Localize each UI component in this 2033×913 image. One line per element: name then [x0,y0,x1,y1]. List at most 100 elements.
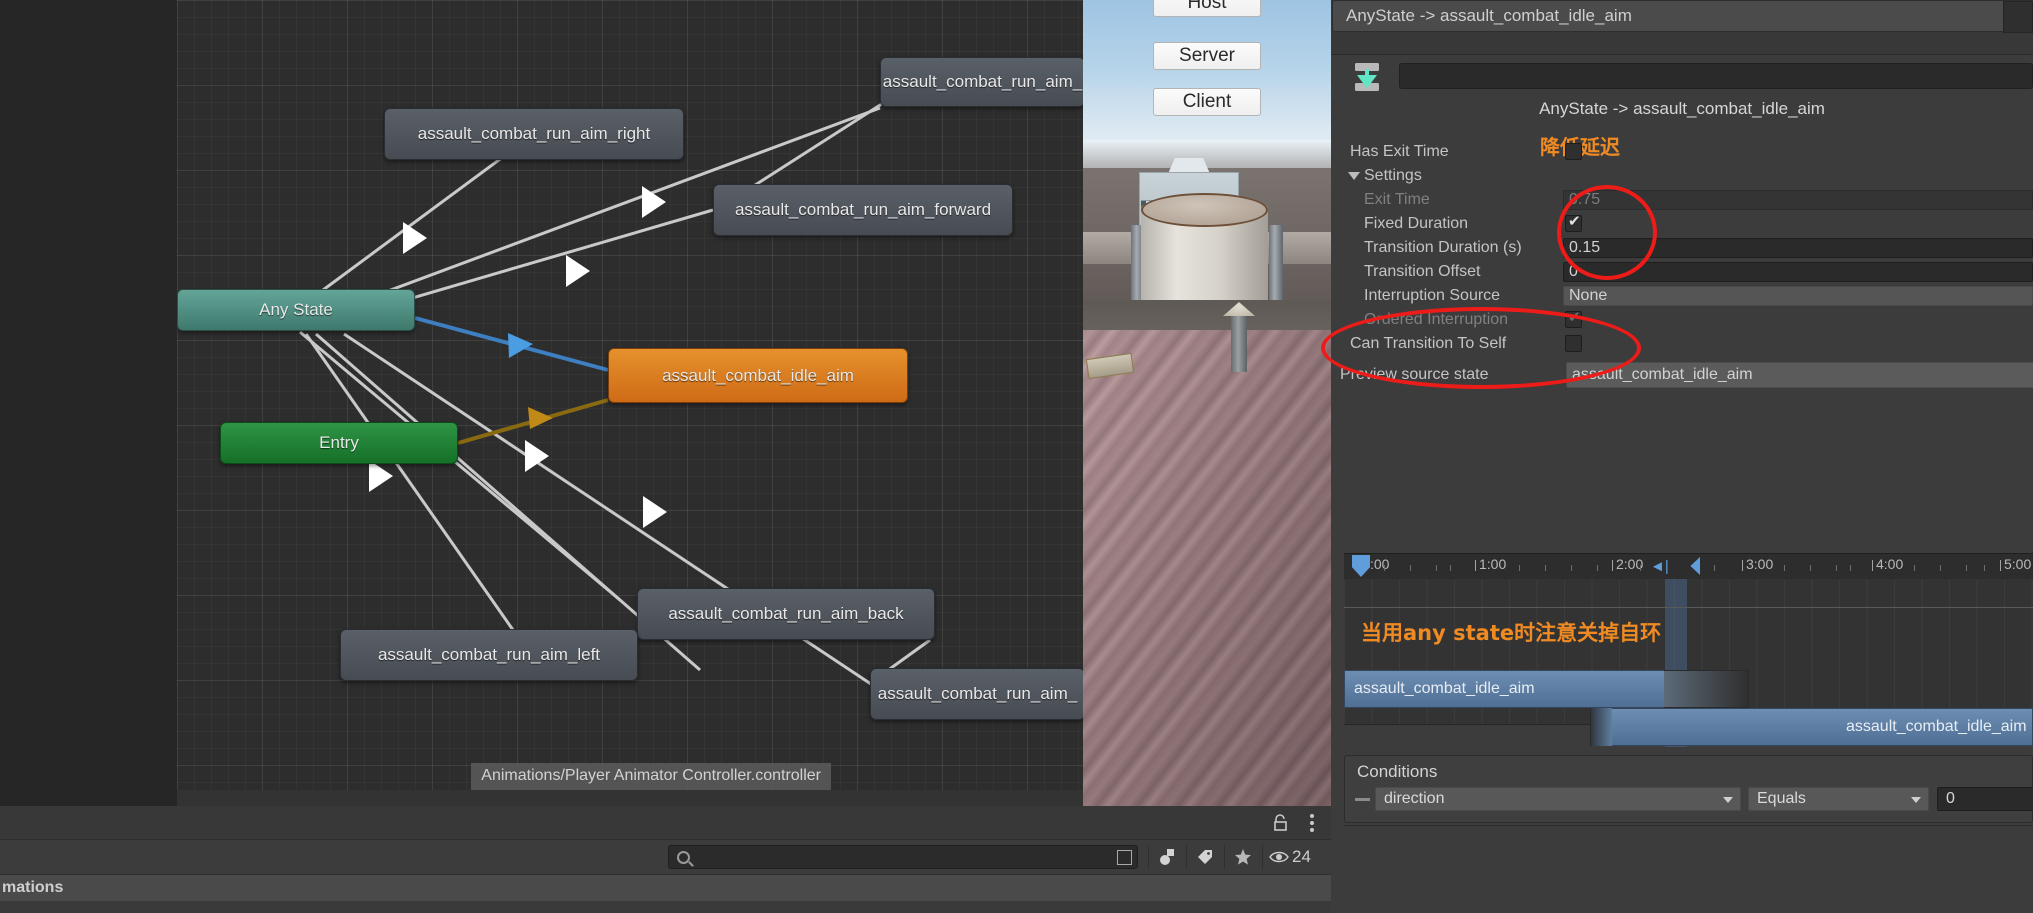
timeline-clip-fade [1590,708,1612,746]
node-label: assault_combat_run_aim_ [882,72,1083,91]
inspector-panel[interactable]: AnyState -> assault_combat_idle_aim AnyS… [1321,0,2033,913]
timeline-marker-left-icon[interactable]: ◄| [1650,558,1669,575]
condition-operator-dropdown[interactable]: Equals [1748,787,1929,811]
condition-value-field[interactable]: 0 [1937,787,2033,811]
property-row-preview-source-state[interactable]: Preview source state assault_combat_idle… [1331,361,2033,388]
graph-node[interactable]: assault_combat_run_aim_ [870,668,1083,720]
lock-icon[interactable] [1272,814,1289,832]
client-button[interactable]: Client [1153,88,1261,116]
host-button[interactable]: Host [1153,0,1261,17]
graph-node[interactable]: assault_combat_run_aim_back [637,588,935,640]
timeline-ruler[interactable]: :00 1:00 2:00 3:00 4:00 5:00 ◄| [1344,553,2033,579]
unity-editor-window: assault_combat_run_aim_ assault_combat_r… [0,0,2033,913]
node-label: Entry [319,433,359,452]
graph-node[interactable]: assault_combat_run_aim_right [384,108,684,160]
property-row-exit-time[interactable]: Exit Time 0.75 [1331,188,2033,211]
graph-node-entry[interactable]: Entry [220,422,458,464]
visible-count[interactable]: 24 [1262,845,1326,869]
project-list-item-label: mations [2,879,64,896]
graph-node-any-state[interactable]: Any State [177,289,415,331]
property-row-can-transition-to-self[interactable]: Can Transition To Self [1331,332,2033,355]
condition-operator-value: Equals [1757,790,1806,807]
filter-by-type-icon[interactable] [1148,845,1184,869]
preview-source-state-object-field[interactable]: assault_combat_idle_aim [1566,361,2033,388]
node-label: assault_combat_run_aim_ [877,684,1078,703]
has-exit-time-checkbox[interactable] [1565,143,1582,160]
exit-time-field[interactable]: 0.75 [1563,189,2033,210]
filter-by-label-icon[interactable] [1186,845,1222,869]
transition-name-field[interactable] [1399,63,2033,89]
timeline-tick-label: 4:00 [1876,556,1904,572]
node-label: Any State [259,300,333,319]
client-button-label: Client [1182,91,1232,112]
inspector-title-bar: AnyState -> assault_combat_idle_aim [1332,0,2033,33]
timeline-clip[interactable]: assault_combat_idle_aim [1344,670,1666,708]
visible-count-label: 24 [1292,847,1311,866]
remove-condition-button[interactable] [1355,798,1370,801]
inspector-body: AnyState -> assault_combat_idle_aim 降低延迟… [1321,54,2033,913]
pipe-right [1269,225,1283,311]
property-row-settings[interactable]: Settings [1331,164,2033,187]
node-label: assault_combat_idle_aim [662,365,854,385]
property-row-transition-duration[interactable]: Transition Duration (s) 0.15 [1331,236,2033,259]
favorites-star-icon[interactable] [1224,845,1260,869]
graph-node[interactable]: assault_combat_run_aim_forward [713,184,1013,236]
server-button[interactable]: Server [1153,42,1261,70]
timeline-tick-label: 3:00 [1746,556,1774,572]
fixed-duration-label: Fixed Duration [1364,214,1469,232]
property-row-has-exit-time[interactable]: Has Exit Time [1331,140,2033,163]
search-icon [677,851,690,864]
condition-parameter-dropdown[interactable]: direction [1375,787,1741,811]
foldout-triangle-icon[interactable] [1348,172,1360,180]
property-row-interruption-source[interactable]: Interruption Source None [1331,284,2033,307]
project-list-area[interactable]: mations [0,874,1331,901]
graph-node[interactable]: assault_combat_run_aim_ [880,57,1083,107]
transition-duration-label: Transition Duration (s) [1364,238,1522,256]
fixed-duration-checkbox[interactable] [1565,212,1582,232]
search-input[interactable] [668,845,1138,869]
condition-parameter-value: direction [1384,790,1445,807]
timeline-tick-label: 5:00 [2004,556,2032,572]
preview-source-state-label: Preview source state [1340,365,1489,383]
property-row-transition-offset[interactable]: Transition Offset 0 [1331,260,2033,283]
chevron-down-icon [1723,797,1733,803]
project-footer [0,901,1331,913]
ordered-interruption-checkbox[interactable] [1565,308,1582,328]
timeline-clip-label: assault_combat_idle_aim [1846,718,2027,735]
timeline-marker-right-icon[interactable] [1690,557,1700,575]
conditions-header-label: Conditions [1357,762,1438,781]
can-transition-to-self-label: Can Transition To Self [1350,334,1507,352]
timeline-divider [1344,607,2033,608]
timeline-clip[interactable]: assault_combat_idle_aim [1590,708,2033,746]
timeline-clip-fade [1664,670,1749,708]
project-panel[interactable]: 24 mations [0,806,1331,913]
search-expand-icon[interactable] [1117,850,1132,865]
graph-node[interactable]: assault_combat_run_aim_left [340,629,638,681]
exit-time-label: Exit Time [1364,190,1430,208]
property-row-fixed-duration[interactable]: Fixed Duration [1331,212,2033,235]
timeline-playhead[interactable] [1352,555,1370,577]
timeline-tick-label: 1:00 [1479,556,1507,572]
transition-offset-label: Transition Offset [1364,262,1481,280]
inspector-gap [1331,33,2033,53]
timeline-tick-label: :00 [1370,556,1390,572]
inspector-header-row [1331,55,2033,97]
property-row-ordered-interruption[interactable]: Ordered Interruption [1331,308,2033,331]
conditions-bottom-divider [1344,825,2033,826]
kebab-menu-icon[interactable] [1310,814,1315,833]
transition-offset-field[interactable]: 0 [1563,261,2033,282]
settings-label: Settings [1364,166,1422,184]
conditions-box: Conditions direction Equals 0 [1344,755,2033,823]
game-view-panel[interactable]: Host Server Client [1083,0,1331,806]
inspector-subtitle: AnyState -> assault_combat_idle_aim [1539,99,1825,118]
animator-graph-panel[interactable]: assault_combat_run_aim_ assault_combat_r… [0,0,1083,806]
inspector-title-side-slot [2003,1,2033,33]
transition-duration-field[interactable]: 0.15 [1563,237,2033,258]
graph-node-selected[interactable]: assault_combat_idle_aim [608,348,908,403]
node-label: assault_combat_run_aim_back [668,604,904,623]
can-transition-to-self-checkbox[interactable] [1565,335,1582,352]
node-label: assault_combat_run_aim_forward [734,200,992,219]
server-button-label: Server [1179,45,1235,66]
project-search-row: 24 [0,840,1331,874]
interruption-source-dropdown[interactable]: None [1563,285,2033,306]
